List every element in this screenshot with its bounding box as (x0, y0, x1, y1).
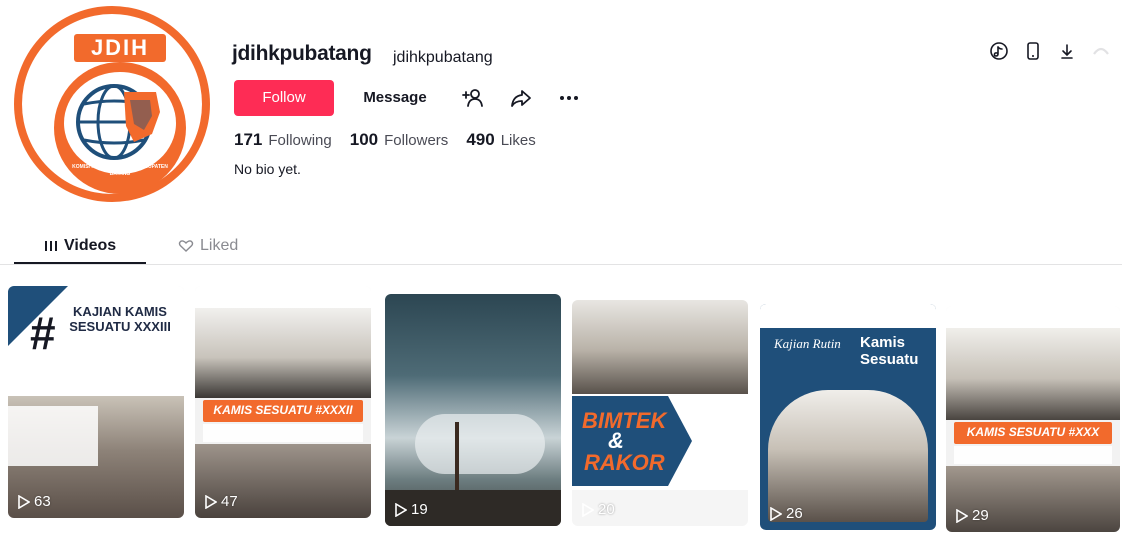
video-title-line1: Kajian Rutin (774, 336, 841, 351)
message-button[interactable]: Message (354, 80, 436, 116)
profile-stats: 171 Following 100 Followers 490 Likes (234, 130, 554, 152)
video-title-line2: Kamis Sesuatu (860, 334, 919, 368)
video-title-line3: RAKOR (584, 450, 665, 475)
view-count-value: 19 (411, 501, 428, 518)
view-count-value: 63 (34, 493, 51, 510)
avatar-caption: KOMISI PEMILIHAN UMUM KABUPATEN BATANG (72, 164, 168, 177)
view-count-value: 47 (221, 493, 238, 510)
tab-videos-label: Videos (64, 237, 117, 254)
thumb-subtitle-bar (203, 424, 363, 442)
thumb-subtitle-bar (954, 446, 1112, 464)
view-count-value: 20 (598, 501, 615, 518)
view-count: 26 (770, 505, 803, 522)
play-icon (395, 502, 407, 517)
tab-liked-label: Liked (200, 237, 239, 254)
tab-videos[interactable]: Videos (44, 232, 116, 260)
view-count: 47 (205, 493, 238, 510)
globe-icon (64, 72, 176, 174)
download-icon[interactable] (1056, 40, 1078, 62)
thumb-photo (572, 300, 748, 400)
view-count: 19 (395, 501, 428, 518)
view-count-value: 29 (972, 507, 989, 524)
likes-stat: 490 Likes (466, 130, 535, 150)
profile-nickname: jdihkpubatang (393, 49, 493, 66)
view-count: 63 (18, 493, 51, 510)
tab-liked[interactable]: Liked (178, 232, 238, 260)
video-thumbnail-6[interactable]: KAMIS SESUATU #XXX 29 (946, 306, 1120, 532)
view-count-value: 26 (786, 505, 803, 522)
share-icon[interactable] (509, 86, 533, 110)
following-count: 171 (234, 130, 263, 149)
tiktok-icon[interactable] (988, 40, 1010, 62)
video-title-line1: BIMTEK (582, 408, 667, 433)
following-stat[interactable]: 171 Following (234, 130, 332, 150)
video-thumbnail-5[interactable]: Kajian Rutin Kamis Sesuatu 26 (760, 304, 936, 530)
profile-bio: No bio yet. (234, 161, 301, 177)
view-count: 29 (956, 507, 989, 524)
tab-divider (0, 264, 1122, 265)
avatar-logo-text: JDIH (74, 34, 166, 62)
avatar-background: JDIH KOMISI PEMILIHAN UMUM KABUPATEN BAT… (22, 14, 202, 194)
play-icon (18, 494, 30, 509)
video-title: KAMIS SESUATU #XXX (954, 422, 1112, 444)
view-count: 20 (582, 501, 615, 518)
thumb-header (760, 304, 936, 328)
play-icon (956, 508, 968, 523)
followers-label: Followers (384, 132, 449, 149)
video-thumbnail-3[interactable]: 19 (385, 294, 561, 526)
grid-icon (45, 241, 57, 251)
thumb-photo (768, 390, 928, 522)
play-icon (205, 494, 217, 509)
follow-button[interactable]: Follow (234, 80, 334, 116)
phone-icon[interactable] (1022, 40, 1044, 62)
video-title: KAMIS SESUATU #XXXII (203, 400, 363, 422)
blurred-icon[interactable] (1090, 40, 1112, 62)
thumb-photo-top (195, 308, 371, 398)
thumb-header (946, 306, 1120, 328)
thumb-photo-top (946, 328, 1120, 420)
following-label: Following (268, 132, 332, 149)
profile-avatar[interactable]: JDIH KOMISI PEMILIHAN UMUM KABUPATEN BAT… (14, 6, 210, 202)
likes-count: 490 (466, 130, 495, 149)
play-icon (770, 506, 782, 521)
hashtag-mark: # (30, 307, 56, 359)
thumb-text-panel (8, 406, 98, 466)
followers-count: 100 (349, 130, 379, 149)
profile-username: jdihkpubatang (232, 42, 372, 65)
more-icon[interactable] (557, 86, 581, 110)
followers-stat[interactable]: 100 Followers (350, 130, 449, 150)
video-thumbnail-4[interactable]: BIMTEK & RAKOR 20 (572, 300, 748, 526)
thumb-header (195, 286, 371, 308)
cloud-shape (415, 414, 545, 474)
video-thumbnail-2[interactable]: KAMIS SESUATU #XXXII 47 (195, 286, 371, 518)
likes-label: Likes (500, 132, 536, 149)
video-thumbnail-1[interactable]: # KAJIAN KAMIS SESUATU XXXIII 63 (8, 286, 184, 518)
top-right-toolbar (988, 40, 1112, 62)
video-title: KAJIAN KAMIS SESUATU XXXIII (69, 304, 171, 334)
play-icon (582, 502, 594, 517)
add-friend-icon[interactable] (462, 86, 486, 110)
heart-icon (178, 240, 194, 252)
